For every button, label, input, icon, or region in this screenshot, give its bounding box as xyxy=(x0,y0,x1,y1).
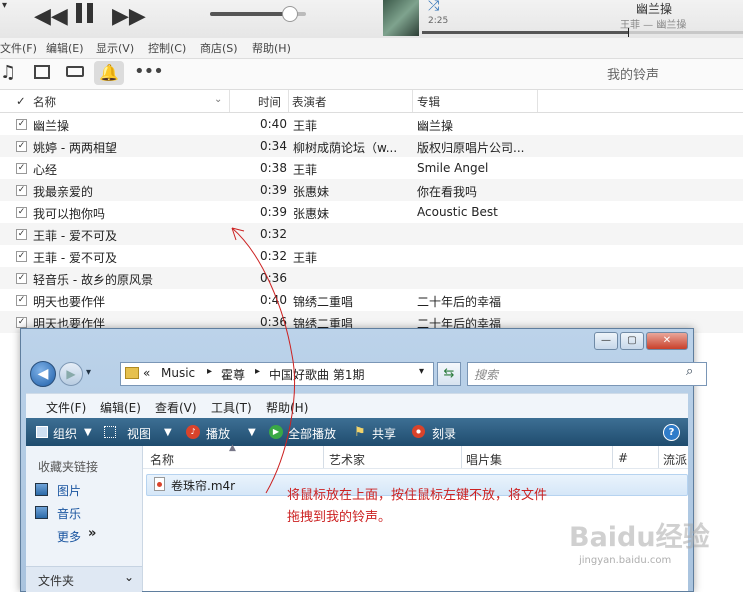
annotation-line-2: 拖拽到我的铃声。 xyxy=(287,510,392,525)
drag-arrow-line xyxy=(231,227,295,494)
annotation-line-1: 将鼠标放在上面，按住鼠标左键不放，将文件 xyxy=(287,488,548,503)
baidu-watermark: Baidu经验 jingyan.baidu.com xyxy=(569,515,741,573)
watermark-brand: Baidu经验 xyxy=(569,522,710,553)
watermark-url: jingyan.baidu.com xyxy=(579,555,672,566)
